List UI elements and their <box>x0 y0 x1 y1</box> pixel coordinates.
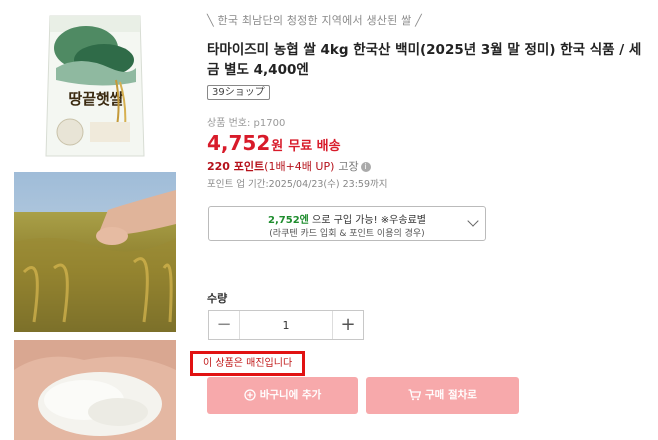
quantity-stepper: − + <box>208 310 364 340</box>
info-icon[interactable]: i <box>360 162 371 172</box>
points-value: 220 포인트 <box>207 160 265 173</box>
cart-icon <box>408 389 422 401</box>
discount-line1: 2,752엔 으로 구입 가능! ※우송료별 <box>209 211 485 226</box>
quantity-increase-button[interactable]: + <box>332 311 363 339</box>
discount-price: 2,752엔 <box>268 215 309 226</box>
product-image-rice-grains[interactable] <box>14 340 176 440</box>
points-deadline: 포인트 업 기간:2025/04/23(수) 23:59까지 <box>207 179 388 190</box>
price-value: 4,752 <box>207 131 271 155</box>
points-row: 220 포인트(1배+4배 UP) 고장 i <box>207 158 371 174</box>
add-to-cart-label: 바구니에 추가 <box>259 389 322 401</box>
shop-badge[interactable]: 39ショップ <box>207 85 270 100</box>
points-note-link[interactable]: 고장 <box>338 160 358 173</box>
product-tagline: ╲ 한국 최남단의 청정한 지역에서 생산된 쌀 ╱ <box>207 14 422 27</box>
points-multiplier: (1배+4배 UP) <box>264 160 335 173</box>
discount-condition: (라쿠텐 카드 입회 & 포인트 이용의 경우) <box>269 229 425 239</box>
soldout-notice: 이 상품은 매진입니다 <box>190 351 305 376</box>
plus-circle-icon <box>244 389 256 401</box>
discount-suffix: 으로 구입 가능! ※우송료별 <box>312 215 426 226</box>
product-title: 타마이즈미 농협 쌀 4kg 한국산 백미(2025년 3월 말 정미) 한국 … <box>207 42 642 78</box>
quantity-label: 수량 <box>207 292 228 305</box>
product-image-rice-bag[interactable]: 땅끝햇쌀 <box>40 10 150 160</box>
checkout-label: 구매 절차로 <box>425 389 477 401</box>
quantity-input[interactable] <box>240 311 332 339</box>
checkout-button[interactable]: 구매 절차로 <box>366 377 519 414</box>
card-discount-dropdown[interactable]: 2,752엔 으로 구입 가능! ※우송료별 (라쿠텐 카드 입회 & 포인트 … <box>208 206 486 241</box>
add-to-cart-button[interactable]: 바구니에 추가 <box>207 377 358 414</box>
free-shipping-label: 무료 배송 <box>288 139 341 154</box>
quantity-decrease-button[interactable]: − <box>209 311 240 339</box>
product-number: 상품 번호: p1700 <box>207 118 286 129</box>
price-unit: 원 <box>271 139 284 154</box>
bag-logo-text: 땅끝햇쌀 <box>68 90 123 108</box>
product-image-rice-field[interactable] <box>14 172 176 332</box>
price-row: 4,752원 무료 배송 <box>207 131 341 155</box>
